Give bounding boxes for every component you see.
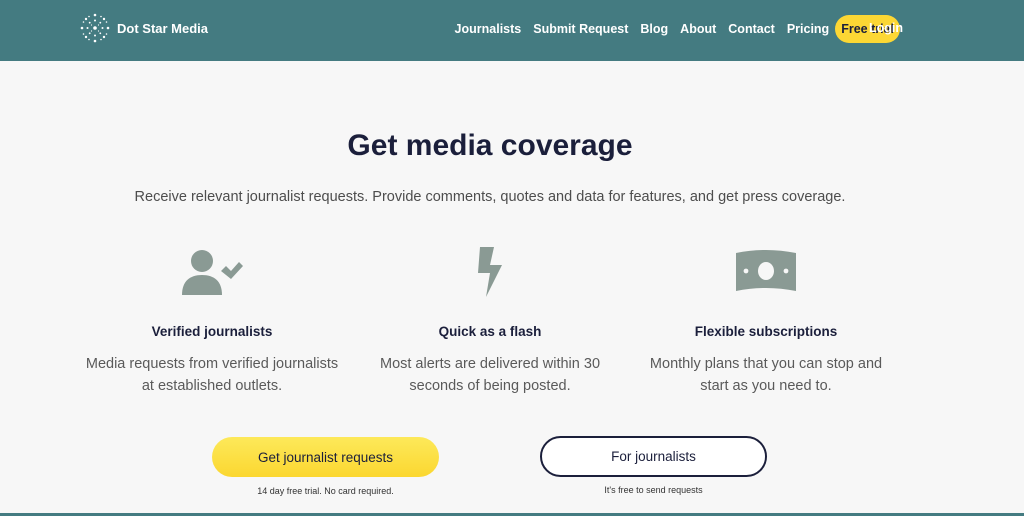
verified-user-icon: [182, 250, 243, 295]
nav-link-about[interactable]: About: [680, 22, 716, 36]
feature-text: Most alerts are delivered within 30 seco…: [379, 356, 601, 394]
nav-link-contact[interactable]: Contact: [728, 22, 775, 36]
feature-text: Media requests from verified journalists…: [85, 356, 339, 394]
lightning-bolt-icon: [478, 247, 502, 297]
brand-name: Dot Star Media: [117, 20, 209, 36]
main-nav: Journalists Submit Request Blog About Co…: [455, 0, 900, 57]
nav-link-blog[interactable]: Blog: [640, 22, 668, 36]
feature-flexible-subscriptions: Flexible subscriptions Monthly plans tha…: [636, 245, 896, 397]
login-link[interactable]: Login: [869, 21, 903, 35]
for-journalists-button[interactable]: For journalists: [540, 436, 767, 477]
money-bill-icon: [736, 250, 796, 291]
page-subtitle: Receive relevant journalist requests. Pr…: [134, 189, 846, 205]
feature-title: Verified journalists: [151, 324, 273, 339]
brand-logo[interactable]: Dot Star Media: [79, 12, 208, 44]
page-title: Get media coverage: [347, 129, 633, 162]
top-navbar: Dot Star Media Journalists Submit Reques…: [0, 0, 1024, 61]
free-requests-note: It's free to send requests: [604, 485, 703, 495]
nav-link-submit-request[interactable]: Submit Request: [533, 22, 628, 36]
feature-text: Monthly plans that you can stop and star…: [649, 356, 883, 394]
feature-title: Flexible subscriptions: [694, 324, 838, 339]
get-journalist-requests-button[interactable]: Get journalist requests: [212, 437, 439, 477]
dot-star-logo-icon: [80, 13, 110, 43]
nav-link-pricing[interactable]: Pricing: [787, 22, 829, 36]
feature-title: Quick as a flash: [438, 324, 542, 339]
feature-quick-as-a-flash: Quick as a flash Most alerts are deliver…: [360, 245, 620, 397]
nav-link-journalists[interactable]: Journalists: [455, 22, 522, 36]
free-trial-note: 14 day free trial. No card required.: [257, 486, 394, 496]
feature-verified-journalists: Verified journalists Media requests from…: [82, 245, 342, 397]
